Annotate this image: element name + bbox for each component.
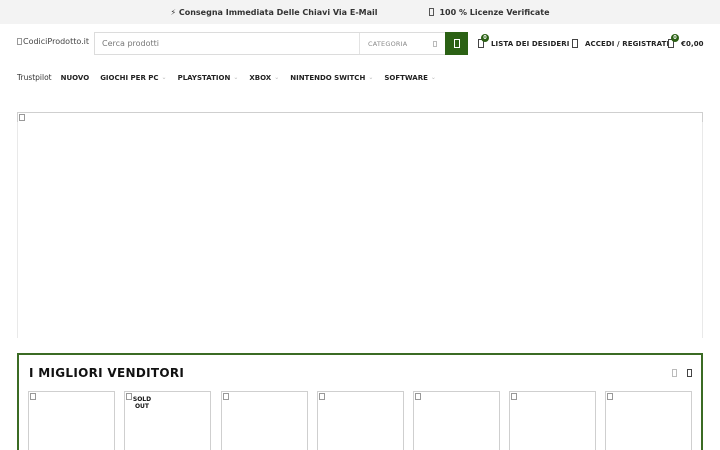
- product-card[interactable]: SOLD OUT: [124, 391, 211, 450]
- delivery-notice: ⚡ Consegna Immediata Delle Chiavi Via E-…: [170, 8, 377, 17]
- logo-alt-text: CodiciProdotto.it: [23, 37, 89, 46]
- nav-item-label: SOFTWARE: [384, 73, 428, 82]
- trustpilot-link[interactable]: Trustpilot: [17, 73, 52, 82]
- cart-total: €0,00: [681, 39, 704, 48]
- wishlist-link[interactable]: 0 LISTA DEI DESIDERI: [478, 34, 570, 48]
- search-button[interactable]: [445, 32, 468, 55]
- nav-item-label: XBOX: [249, 73, 272, 82]
- sold-out-badge: SOLD OUT: [132, 396, 152, 410]
- delivery-notice-text: ⚡ Consegna Immediata Delle Chiavi Via E-…: [170, 7, 378, 17]
- licenses-notice: 100 % Licenze Verificate: [429, 7, 550, 17]
- product-card[interactable]: [413, 391, 500, 450]
- chevron-down-icon: ⌄: [430, 74, 436, 81]
- broken-image-icon: [415, 393, 421, 400]
- nav-item-nintendo-switch[interactable]: NINTENDO SWITCH ⌄: [290, 74, 373, 82]
- search-input[interactable]: [95, 33, 359, 54]
- carousel-prev-button[interactable]: [672, 369, 677, 377]
- broken-image-icon: [223, 393, 229, 400]
- bestsellers-section: I MIGLIORI VENDITORI SOLD OUT: [17, 353, 703, 450]
- product-card[interactable]: [605, 391, 692, 450]
- nav-item-label: GIOCHI PER PC: [100, 73, 159, 82]
- hero-image: [17, 112, 703, 122]
- login-register-link[interactable]: ACCEDI / REGISTRATI: [572, 39, 669, 48]
- broken-image-icon: [511, 393, 517, 400]
- main-nav: Trustpilot NUOVO GIOCHI PER PC ⌄ PLAYSTA…: [17, 73, 447, 82]
- wishlist-label: LISTA DEI DESIDERI: [491, 39, 570, 48]
- site-logo[interactable]: CodiciProdotto.it: [17, 37, 89, 46]
- nav-item-software[interactable]: SOFTWARE ⌄: [384, 74, 436, 82]
- nav-item-nuovo[interactable]: NUOVO: [61, 74, 90, 82]
- nav-item-label: NINTENDO SWITCH: [290, 73, 366, 82]
- nav-item-playstation[interactable]: PLAYSTATION ⌄: [178, 74, 239, 82]
- broken-image-icon: [30, 393, 36, 400]
- broken-image-icon: [17, 38, 22, 45]
- nav-item-xbox[interactable]: XBOX ⌄: [249, 74, 279, 82]
- heart-icon: 0: [478, 34, 489, 48]
- chevron-down-icon: ⌄: [274, 74, 280, 81]
- top-announcement-bar: ⚡ Consegna Immediata Delle Chiavi Via E-…: [0, 0, 720, 24]
- chevron-down-icon: ⌄: [161, 74, 167, 81]
- site-header: CodiciProdotto.it CATEGORIA 0 LISTA DEI …: [0, 24, 720, 64]
- chevron-down-icon: ⌄: [368, 74, 374, 81]
- login-register-label: ACCEDI / REGISTRATI: [585, 39, 670, 48]
- section-title: I MIGLIORI VENDITORI: [29, 366, 185, 380]
- nav-item-giochi-pc[interactable]: GIOCHI PER PC ⌄: [100, 74, 166, 82]
- category-label: CATEGORIA: [368, 39, 408, 48]
- nav-item-label: NUOVO: [60, 73, 90, 82]
- chevron-down-icon: [433, 40, 437, 47]
- product-card[interactable]: [28, 391, 115, 450]
- check-shield-icon: [429, 8, 435, 16]
- broken-image-icon: [19, 114, 25, 121]
- product-card[interactable]: [509, 391, 596, 450]
- cart-count-badge: 0: [671, 34, 679, 42]
- chevron-down-icon: ⌄: [233, 74, 239, 81]
- category-select[interactable]: CATEGORIA: [359, 33, 445, 54]
- search-bar: CATEGORIA: [94, 32, 468, 55]
- cart-icon: 0: [668, 34, 679, 48]
- nav-item-label: PLAYSTATION: [177, 73, 231, 82]
- licenses-notice-text: 100 % Licenze Verificate: [439, 7, 550, 17]
- search-icon: [453, 39, 460, 48]
- broken-image-icon: [607, 393, 613, 400]
- product-card[interactable]: [221, 391, 308, 450]
- user-icon: [572, 39, 578, 48]
- cart-link[interactable]: 0 €0,00: [668, 34, 704, 48]
- hero-banner[interactable]: [17, 112, 703, 338]
- broken-image-icon: [319, 393, 325, 400]
- wishlist-count-badge: 0: [481, 34, 489, 42]
- carousel-next-button[interactable]: [687, 369, 692, 377]
- product-card[interactable]: [317, 391, 404, 450]
